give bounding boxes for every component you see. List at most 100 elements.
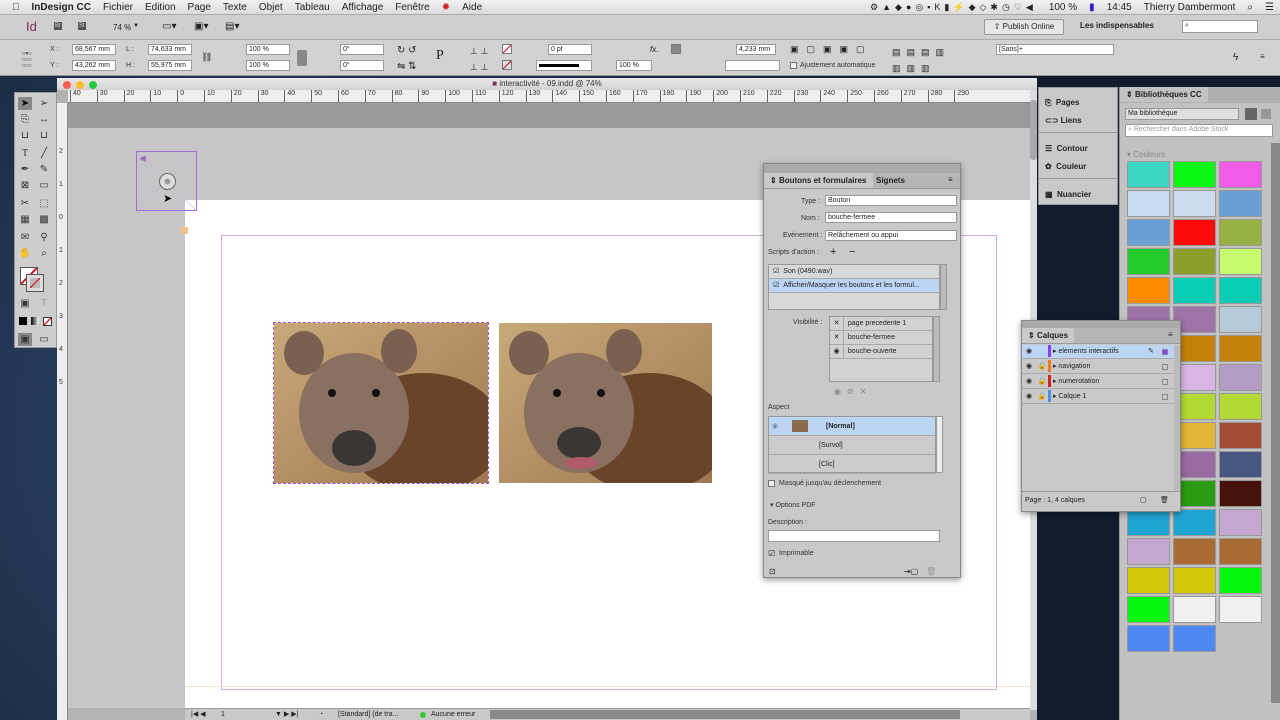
color-swatch[interactable] (1219, 451, 1262, 478)
menu-edition[interactable]: Edition (145, 2, 176, 13)
menu-objet[interactable]: Objet (259, 2, 283, 13)
layer-row[interactable]: ◉ ▸ elements interactifs ✎ (1022, 345, 1174, 359)
view-options-icon[interactable]: ▭▾ (162, 21, 176, 32)
states-scrollbar[interactable] (936, 416, 943, 473)
color-swatch[interactable] (1127, 538, 1170, 565)
object-style-select[interactable]: [Sans]+ (996, 44, 1114, 55)
clock[interactable]: 14:45 (1107, 2, 1132, 13)
color-swatch[interactable] (1127, 277, 1170, 304)
menu-aide[interactable]: Aide (462, 2, 482, 13)
new-layer-icon[interactable]: ▢ (1140, 492, 1147, 510)
corner-select[interactable] (725, 60, 780, 71)
autofit-checkbox[interactable] (790, 62, 797, 69)
state-survol[interactable]: [Survol] (769, 436, 935, 455)
scale-y-field[interactable]: 100 % (246, 60, 290, 71)
layer-target-icon[interactable] (1162, 364, 1168, 370)
color-swatch[interactable] (1127, 248, 1170, 275)
y-field[interactable]: 43,262 mm (72, 60, 116, 71)
action-item[interactable]: ☑ Son (0490.wav) (769, 265, 939, 279)
constrain-proportions-icon[interactable]: ⛓ (201, 52, 212, 63)
page-number-field[interactable]: 1 (221, 709, 225, 720)
visibility-actions-icons[interactable]: ◉⊘✕ (834, 387, 872, 396)
delete-layer-icon[interactable]: 🗑 (1160, 492, 1169, 510)
color-swatch[interactable] (1219, 190, 1262, 217)
action-checkbox[interactable]: ☑ (773, 268, 779, 275)
show-eye-icon[interactable]: ◉ (830, 345, 844, 359)
color-swatch[interactable] (1219, 538, 1262, 565)
type-tool[interactable]: T (18, 147, 32, 160)
state-normal[interactable]: ◉ [Normal] (769, 417, 935, 436)
name-field[interactable]: bouche-fermee (825, 212, 957, 223)
color-swatch[interactable] (1127, 625, 1170, 652)
color-swatch[interactable] (1173, 596, 1216, 623)
color-swatch[interactable] (1219, 393, 1262, 420)
fitting-icons[interactable]: ▣▢▣▣▢ (790, 44, 873, 55)
color-swatch[interactable] (1219, 567, 1262, 594)
expand-icon[interactable]: ▸ (1053, 393, 1057, 400)
printable-checkbox[interactable]: ☑ (768, 549, 775, 558)
visibility-scrollbar[interactable] (933, 316, 940, 382)
pencil-tool[interactable]: ✎ (37, 163, 51, 176)
lock-icon[interactable]: 🔒 (1036, 375, 1048, 389)
zoom-chevron-icon[interactable]: ▼ (133, 23, 139, 29)
spotlight-icon[interactable]: ⌕ (1247, 2, 1253, 13)
hidden-until-checkbox[interactable] (768, 480, 775, 487)
color-swatch[interactable] (1127, 219, 1170, 246)
color-swatch[interactable] (1219, 596, 1262, 623)
type-select[interactable]: Bouton (825, 195, 957, 206)
maximize-window-button[interactable] (89, 81, 97, 89)
line-tool[interactable]: ╱ (37, 147, 51, 160)
scale-x-field[interactable]: 100 % (246, 44, 290, 55)
ladybug-icon[interactable]: ✹ (442, 2, 450, 13)
expand-icon[interactable]: ▸ (1053, 363, 1057, 370)
menu-fichier[interactable]: Fichier (103, 2, 133, 13)
color-swatch[interactable] (1219, 422, 1262, 449)
free-transform-tool[interactable]: ⬚ (37, 197, 51, 210)
libraries-scrollbar[interactable] (1271, 143, 1280, 703)
expand-icon[interactable]: ▸ (1053, 378, 1057, 385)
preflight-profile[interactable]: [Standard] (de tra... (338, 709, 398, 720)
direct-selection-tool[interactable]: ➢ (37, 97, 51, 110)
action-item[interactable]: ☑ Afficher/Masquer les boutons et les for… (769, 279, 939, 293)
expand-icon[interactable]: ▸ (1053, 348, 1057, 355)
library-select[interactable]: Ma bibliothèque (1125, 108, 1239, 120)
vertical-ruler[interactable]: 2 1 0 1 2 3 4 5 (57, 103, 68, 720)
width-field[interactable]: 74,633 mm (148, 44, 192, 55)
stroke-type-select[interactable] (536, 60, 592, 71)
layers-scrollbar[interactable] (1174, 345, 1180, 490)
color-swatch[interactable] (1219, 306, 1262, 333)
visibility-item[interactable]: ◉ bouche-ouverte (830, 345, 932, 359)
convert-to-object-icon[interactable]: ⇥▢ (904, 567, 918, 576)
normal-view-mode[interactable]: ▣ (18, 333, 32, 346)
layer-row[interactable]: ◉ 🔒 ▸ Calque 1 (1022, 390, 1174, 404)
trash-icon[interactable]: 🗑 (926, 567, 936, 576)
rectangle-frame-tool[interactable]: ⊠ (18, 179, 32, 192)
color-swatch[interactable] (1173, 538, 1216, 565)
menu-tableau[interactable]: Tableau (295, 2, 330, 13)
visibility-item[interactable]: ✕ bouche-fermee (830, 331, 932, 345)
dock-color[interactable]: ✿ Couleur (1045, 162, 1086, 171)
color-swatch[interactable] (1127, 567, 1170, 594)
quick-apply-icon[interactable]: ϟ (1233, 52, 1238, 63)
actions-scrollbar[interactable] (940, 264, 947, 310)
apply-color-icon[interactable] (19, 317, 27, 325)
eye-icon[interactable]: ◉ (1022, 345, 1036, 359)
publish-online-button[interactable]: ⇧ Publish Online (984, 19, 1064, 35)
gap-tool[interactable]: ↔ (37, 113, 51, 126)
eye-icon[interactable]: ◉ (1022, 375, 1036, 389)
content-placer-tool[interactable]: ⊔ (37, 129, 51, 142)
stock-search-input[interactable]: ⌕ Rechercher dans Adobe Stock (1125, 124, 1273, 137)
color-swatch[interactable] (1127, 509, 1170, 536)
gradient-feather-tool[interactable]: ▩ (37, 213, 51, 226)
reference-point-icon[interactable]: ▫▪▫ ▫▫▫ ▫▫▫ (22, 49, 32, 70)
workspace-switcher[interactable]: Les indispensables (1080, 21, 1154, 30)
color-swatch[interactable] (1219, 480, 1262, 507)
x-field[interactable]: 68,567 mm (72, 44, 116, 55)
stroke-swatch-tool[interactable] (26, 274, 44, 292)
close-window-button[interactable] (63, 81, 71, 89)
add-action-button[interactable]: + (830, 246, 836, 258)
tab-bibliotheques[interactable]: ⇕ Bibliothèques CC (1120, 87, 1208, 102)
menu-fenetre[interactable]: Fenêtre (395, 2, 429, 13)
dock-pages[interactable]: ⎘ Pages (1045, 98, 1079, 108)
panel-header[interactable] (1022, 321, 1180, 328)
